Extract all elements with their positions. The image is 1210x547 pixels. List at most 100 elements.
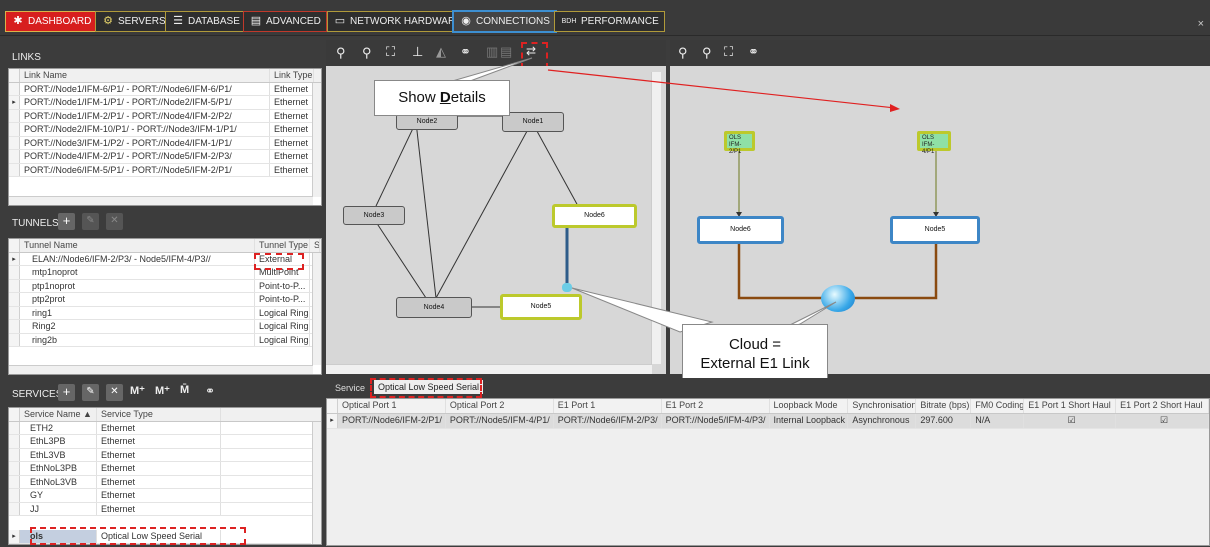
edit-tunnel-button[interactable]: ✎ (82, 213, 99, 230)
left-canvas-horizontal-scrollbar[interactable] (326, 364, 652, 374)
table-row[interactable]: ETH2 Ethernet (9, 421, 321, 435)
multipoint-t-button[interactable]: M⁺ (155, 384, 175, 401)
tunnels-vertical-scrollbar[interactable] (312, 253, 321, 365)
row-pointer-icon: ▸ (327, 414, 338, 428)
column-header-tunnel-name[interactable]: Tunnel Name (20, 239, 255, 252)
left-canvas-vertical-scrollbar[interactable] (651, 72, 661, 364)
column-header[interactable]: E1 Port 2 (662, 399, 770, 413)
add-tunnel-button[interactable]: + (58, 213, 75, 230)
table-row[interactable]: ▸ PORT://Node6/IFM-2/P1/ PORT://Node5/IF… (327, 414, 1209, 429)
external-cloud-icon[interactable] (562, 283, 572, 292)
column-header[interactable]: Optical Port 1 (338, 399, 446, 413)
table-row[interactable]: PORT://Node6/IFM-5/P1/ - PORT://Node5/IF… (9, 163, 321, 177)
zoom-in-icon[interactable]: ⚲ (336, 45, 346, 61)
service-name-cell: EthL3PB (20, 435, 97, 448)
fit-to-screen-icon[interactable]: ⛶ (386, 44, 395, 60)
zoom-out-icon[interactable]: ⚲ (362, 45, 372, 61)
e1-port-1-short-haul-checkbox[interactable]: ☑ (1024, 414, 1117, 428)
multipoint-add-button[interactable]: M⁺ (130, 384, 150, 401)
nav-advanced-button[interactable]: ▤ ADVANCED (243, 11, 327, 32)
table-row[interactable]: ptp2prot Point-to-P... (9, 293, 321, 307)
table-row[interactable]: ▸ PORT://Node1/IFM-1/P1/ - PORT://Node2/I… (9, 96, 321, 110)
ols-port-box[interactable]: OLS IFM-4/P1 (917, 131, 951, 155)
ols-row-highlight-box (30, 527, 246, 545)
fit-to-screen-icon[interactable]: ⛶ (724, 44, 733, 60)
column-header-link-name[interactable]: Link Name (20, 69, 270, 82)
table-row[interactable]: PORT://Node3/IFM-1/P2/ - PORT://Node4/IF… (9, 136, 321, 150)
table-row[interactable]: EthNoL3PB Ethernet (9, 462, 321, 476)
column-header[interactable]: Synchronisation (848, 399, 917, 413)
delete-tunnel-button[interactable]: ✕ (106, 213, 123, 230)
topology-node[interactable]: Node4 (396, 297, 472, 318)
nav-database-button[interactable]: ☰ DATABASE (165, 11, 246, 32)
topology-node[interactable]: Node1 (502, 112, 564, 132)
table-row[interactable]: GY Ethernet (9, 489, 321, 503)
nav-performance-button[interactable]: BDH PERFORMANCE (554, 11, 665, 32)
column-header-tunnel-type[interactable]: Tunnel Type (255, 239, 310, 252)
column-header-link-type[interactable]: Link Type (270, 69, 314, 82)
disabled-tool-icon-2[interactable]: ▤ (500, 44, 512, 60)
row-header (9, 293, 20, 306)
topology-node-selected[interactable]: Node6 (552, 204, 637, 228)
nav-servers-button[interactable]: ⚙ SERVERS (95, 11, 172, 32)
zoom-in-icon[interactable]: ⚲ (678, 45, 688, 61)
services-vertical-scrollbar[interactable] (312, 422, 321, 544)
links-horizontal-scrollbar[interactable] (9, 196, 313, 205)
table-row[interactable]: JJ Ethernet (9, 502, 321, 516)
service-name-cell: ETH2 (20, 421, 97, 434)
edit-service-button[interactable]: ✎ (82, 384, 99, 401)
table-row[interactable]: PORT://Node1/IFM-6/P1/ - PORT://Node6/IF… (9, 82, 321, 96)
column-header[interactable]: Bitrate (bps) (916, 399, 972, 413)
delete-service-button[interactable]: ✕ (106, 384, 123, 401)
row-header (9, 435, 20, 448)
column-header-service-name[interactable]: Service Name ▲ (20, 408, 97, 421)
column-header[interactable]: E1 Port 2 Short Haul (1116, 399, 1209, 413)
table-row[interactable]: ptp1noprot Point-to-P... (9, 279, 321, 293)
links-vertical-scrollbar[interactable] (312, 83, 321, 197)
topology-node[interactable]: Node6 (697, 216, 784, 244)
table-row[interactable]: Ring2 Logical Ring (9, 320, 321, 334)
topology-node[interactable]: Node2 (396, 114, 458, 130)
callout-text: Cloud = (728, 336, 782, 353)
ols-port-box[interactable]: OLS IFM-2/P1 (724, 131, 755, 155)
e1-port-2-cell: PORT://Node5/IFM-4/P3/ (662, 414, 770, 428)
table-row[interactable]: ring1 Logical Ring (9, 306, 321, 320)
table-row[interactable]: EthNoL3VB Ethernet (9, 475, 321, 489)
column-header[interactable]: FM0 Coding (971, 399, 1025, 413)
zoom-out-icon[interactable]: ⚲ (702, 45, 712, 61)
e1-port-2-short-haul-checkbox[interactable]: ☑ (1116, 414, 1209, 428)
close-icon[interactable]: × (1198, 18, 1204, 30)
column-header-s[interactable]: S (310, 239, 320, 252)
share-icon[interactable]: ⚭ (460, 44, 471, 60)
tunnels-horizontal-scrollbar[interactable] (9, 365, 313, 374)
tab-service[interactable]: Service (335, 383, 365, 393)
table-row[interactable]: PORT://Node2/IFM-10/P1/ - PORT://Node3/I… (9, 123, 321, 137)
column-header-service-type[interactable]: Service Type (97, 408, 221, 421)
disabled-tool-icon[interactable]: ▥ (486, 44, 498, 60)
external-cloud-icon[interactable] (821, 285, 855, 312)
topology-node-selected[interactable]: Node5 (500, 294, 582, 320)
topology-node[interactable]: Node5 (890, 216, 980, 244)
add-service-button[interactable]: + (58, 384, 75, 401)
table-row[interactable]: ring2b Logical Ring (9, 333, 321, 347)
service-graph-button[interactable]: ⚭ (205, 384, 222, 401)
service-type-cell: Ethernet (97, 502, 221, 515)
column-header[interactable]: Loopback Mode (770, 399, 849, 413)
column-header[interactable]: E1 Port 1 (554, 399, 662, 413)
share-icon[interactable]: ⚭ (748, 44, 759, 60)
table-row[interactable]: EthL3PB Ethernet (9, 435, 321, 449)
column-header[interactable]: Optical Port 2 (446, 399, 554, 413)
hierarchy-layout-icon[interactable]: ⊥ (412, 44, 423, 60)
nav-network-hardware-button[interactable]: ▭ NETWORK HARDWARE (327, 11, 468, 32)
multipoint-overline-button[interactable]: M̄ (180, 384, 200, 401)
top-navigation-bar: ✱ DASHBOARD ⚙ SERVERS ☰ DATABASE ▤ ADVANCED … (0, 0, 1210, 36)
nav-dashboard-button[interactable]: ✱ DASHBOARD (5, 11, 98, 32)
database-icon: ☰ (173, 15, 183, 27)
table-row[interactable]: PORT://Node1/IFM-2/P1/ - PORT://Node4/IF… (9, 109, 321, 123)
topology-node[interactable]: Node3 (343, 206, 405, 225)
nav-connections-button[interactable]: ◉ CONNECTIONS (452, 10, 557, 33)
table-row[interactable]: EthL3VB Ethernet (9, 448, 321, 462)
column-header[interactable]: E1 Port 1 Short Haul (1024, 399, 1117, 413)
image-icon[interactable]: ◭ (436, 44, 446, 60)
table-row[interactable]: PORT://Node4/IFM-2/P1/ - PORT://Node5/IF… (9, 150, 321, 164)
